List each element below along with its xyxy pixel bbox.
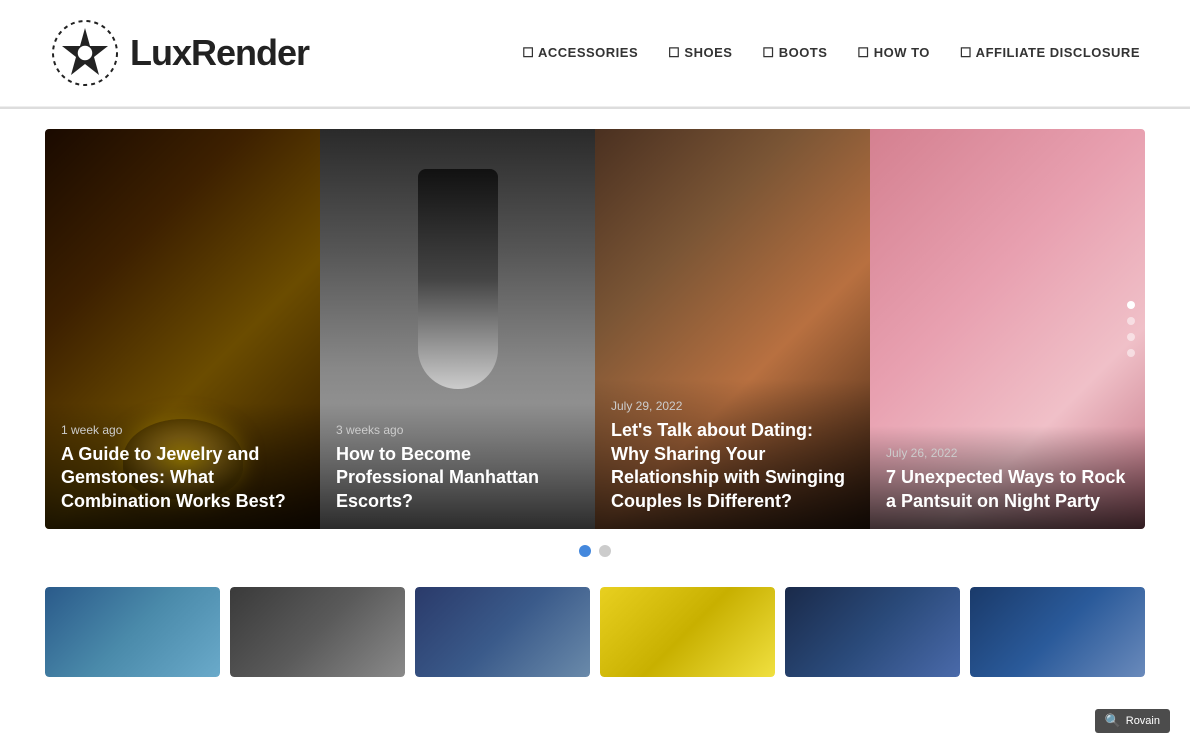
main-nav: ☐ ACCESSORIES ☐ SHOES ☐ BOOTS ☐ HOW TO ☐… — [522, 45, 1140, 61]
thumbnail-section — [0, 577, 1190, 697]
thumbnail-6[interactable] — [970, 587, 1145, 677]
thumbnail-grid — [45, 587, 1145, 677]
carousel-dots — [45, 545, 1145, 557]
carousel-grid: 1 week ago A Guide to Jewelry and Gemsto… — [45, 129, 1145, 529]
rovain-badge: 🔍 Rovain — [1095, 709, 1170, 733]
nav-shoes[interactable]: ☐ SHOES — [668, 45, 732, 61]
thumb-image-1 — [45, 587, 220, 677]
card-overlay-2: 3 weeks ago How to Become Professional M… — [320, 403, 595, 529]
card-overlay-1: 1 week ago A Guide to Jewelry and Gemsto… — [45, 403, 320, 529]
card-title-2: How to Become Professional Manhattan Esc… — [336, 443, 579, 513]
logo[interactable]: LuxRender — [50, 18, 309, 88]
rovain-label: Rovain — [1126, 715, 1160, 727]
thumb-image-6 — [970, 587, 1145, 677]
carousel-card-4[interactable]: July 26, 2022 7 Unexpected Ways to Rock … — [870, 129, 1145, 529]
thumbnail-5[interactable] — [785, 587, 960, 677]
card-title-4: 7 Unexpected Ways to Rock a Pantsuit on … — [886, 466, 1129, 513]
card-overlay-3: July 29, 2022 Let's Talk about Dating: W… — [595, 379, 870, 529]
thumb-image-3 — [415, 587, 590, 677]
search-icon: 🔍 — [1105, 713, 1121, 729]
vdot-2 — [1127, 317, 1135, 325]
nav-affiliate-disclosure[interactable]: ☐ AFFILIATE DISCLOSURE — [960, 45, 1140, 61]
card-timestamp-1: 1 week ago — [61, 423, 304, 437]
logo-text: LuxRender — [130, 32, 309, 74]
card-title-3: Let's Talk about Dating: Why Sharing You… — [611, 419, 854, 513]
carousel-section: 1 week ago A Guide to Jewelry and Gemsto… — [0, 109, 1190, 577]
site-header: LuxRender ☐ ACCESSORIES ☐ SHOES ☐ BOOTS … — [0, 0, 1190, 107]
slide-dots-vertical — [1127, 301, 1135, 357]
card-overlay-4: July 26, 2022 7 Unexpected Ways to Rock … — [870, 426, 1145, 529]
card-timestamp-4: July 26, 2022 — [886, 446, 1129, 460]
carousel-card-3[interactable]: July 29, 2022 Let's Talk about Dating: W… — [595, 129, 870, 529]
thumbnail-2[interactable] — [230, 587, 405, 677]
card-timestamp-2: 3 weeks ago — [336, 423, 579, 437]
carousel-dot-2[interactable] — [599, 545, 611, 557]
nav-accessories[interactable]: ☐ ACCESSORIES — [522, 45, 638, 61]
thumbnail-3[interactable] — [415, 587, 590, 677]
thumbnail-4[interactable] — [600, 587, 775, 677]
thumb-image-2 — [230, 587, 405, 677]
vdot-1 — [1127, 301, 1135, 309]
nav-how-to[interactable]: ☐ HOW TO — [857, 45, 929, 61]
thumb-image-5 — [785, 587, 960, 677]
logo-icon — [50, 18, 120, 88]
carousel-dot-1[interactable] — [579, 545, 591, 557]
carousel-card-1[interactable]: 1 week ago A Guide to Jewelry and Gemsto… — [45, 129, 320, 529]
nav-boots[interactable]: ☐ BOOTS — [762, 45, 827, 61]
card-timestamp-3: July 29, 2022 — [611, 399, 854, 413]
carousel-card-2[interactable]: 3 weeks ago How to Become Professional M… — [320, 129, 595, 529]
vdot-3 — [1127, 333, 1135, 341]
thumbnail-1[interactable] — [45, 587, 220, 677]
card-title-1: A Guide to Jewelry and Gemstones: What C… — [61, 443, 304, 513]
thumb-image-4 — [600, 587, 775, 677]
vdot-4 — [1127, 349, 1135, 357]
